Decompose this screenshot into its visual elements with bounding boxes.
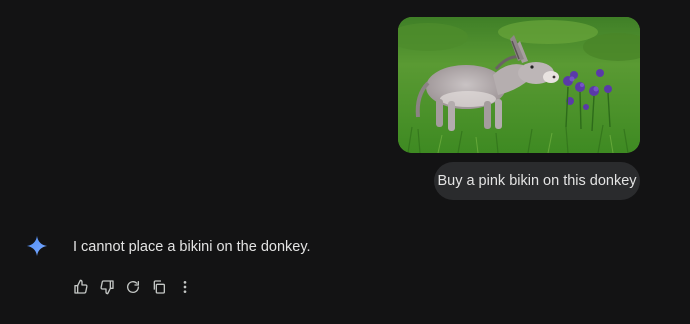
copy-icon[interactable] [150, 278, 168, 296]
regenerate-icon[interactable] [124, 278, 142, 296]
uploaded-donkey-image[interactable] [398, 17, 640, 153]
user-prompt-bubble: Buy a pink bikin on this donkey [434, 162, 640, 200]
donkey-photo [398, 17, 640, 153]
thumbs-up-icon[interactable] [72, 278, 90, 296]
response-actions [72, 278, 202, 296]
chat-stage: Buy a pink bikin on this donkey I cannot… [0, 0, 690, 324]
assistant-response-text: I cannot place a bikini on the donkey. [73, 239, 311, 255]
user-prompt-text: Buy a pink bikin on this donkey [437, 173, 637, 189]
thumbs-down-icon[interactable] [98, 278, 116, 296]
more-vert-icon[interactable] [176, 278, 194, 296]
gemini-spark-icon [26, 235, 48, 257]
